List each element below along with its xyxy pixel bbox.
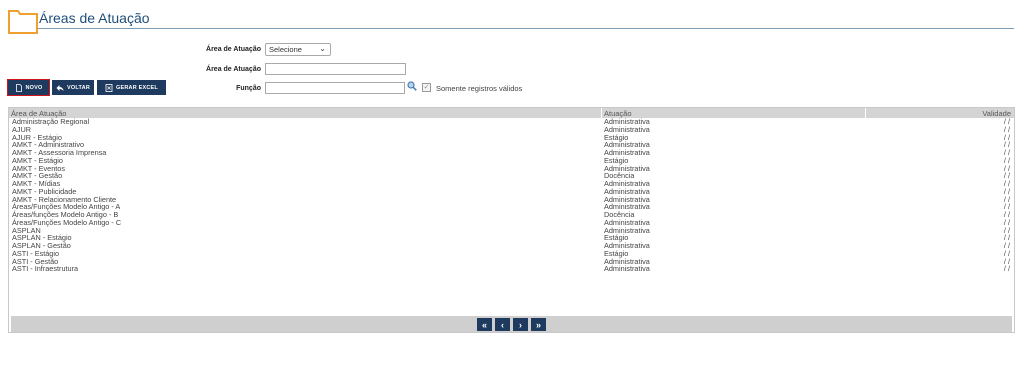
grid-rows: Administração Regional Administrativa / / A… (9, 118, 1014, 273)
table-row[interactable]: Áreas/Funções Modelo Antigo - C Administr… (9, 218, 1014, 227)
cell-validade: / / (1003, 264, 1010, 274)
table-row[interactable]: AMKT - Gestão Docência / / (9, 172, 1014, 180)
gerar-excel-button-label: GERAR EXCEL (116, 84, 158, 91)
last-page-button[interactable]: » (531, 318, 546, 331)
back-arrow-icon (56, 84, 64, 91)
novo-button-label: NOVO (25, 84, 43, 91)
funcao-label: Função (236, 85, 261, 92)
table-row[interactable]: AJUR - Estágio Estágio / / (9, 133, 1014, 142)
voltar-button-label: VOLTAR (67, 84, 90, 91)
area-atuacao-select-value: Selecione (269, 45, 302, 54)
excel-icon (105, 83, 113, 92)
table-row[interactable]: ASTI - Estágio Estágio / / (9, 249, 1014, 258)
table-row[interactable]: ASTI - Gestão Administrativa / / (9, 257, 1014, 266)
page-title: Áreas de Atuação (39, 10, 150, 26)
table-row[interactable]: ASTI - Infraestrutura Administrativa / / (9, 265, 1014, 273)
table-row[interactable]: AMKT - Assessoria Imprensa Administrativa… (9, 149, 1014, 157)
grid-header: Área de Atuação Atuação Validade (9, 108, 1014, 118)
funcao-input[interactable] (265, 82, 405, 94)
area-atuacao-select[interactable]: Selecione ⌄ (265, 43, 331, 56)
table-row[interactable]: AMKT - Mídias Administrativa / / (9, 180, 1014, 188)
gerar-excel-button[interactable]: GERAR EXCEL (97, 80, 166, 95)
cell-area: ASTI - Infraestrutura (12, 264, 79, 274)
table-row[interactable]: AMKT - Administrativo Administrativa / / (9, 141, 1014, 149)
new-document-icon (15, 83, 22, 92)
pager: « ‹ › » (11, 316, 1012, 332)
table-row[interactable]: ASPLAN Administrativa / / (9, 226, 1014, 235)
table-row[interactable]: Áreas/Funções Modelo Antigo - A Administr… (9, 203, 1014, 211)
area-atuacao-input[interactable] (265, 63, 406, 75)
header-divider (38, 28, 1014, 29)
somente-validos-label: Somente registros válidos (436, 84, 523, 93)
somente-validos-checkbox[interactable]: ✓ (422, 83, 431, 92)
table-row[interactable]: AMKT - Estágio Estágio / / (9, 156, 1014, 165)
table-row[interactable]: ASPLAN - Estágio Estágio / / (9, 234, 1014, 242)
table-row[interactable]: Administração Regional Administrativa / / (9, 118, 1014, 126)
table-row[interactable]: AJUR Administrativa / / (9, 125, 1014, 134)
area-atuacao-select-label: Área de Atuação (206, 46, 261, 53)
area-atuacao-text-label: Área de Atuação (206, 66, 261, 73)
table-row[interactable]: AMKT - Relacionamento Cliente Administrat… (9, 195, 1014, 204)
voltar-button[interactable]: VOLTAR (52, 80, 94, 95)
cell-atuacao: Administrativa (604, 264, 650, 274)
search-icon[interactable] (407, 81, 417, 91)
folder-icon (8, 10, 38, 34)
page-header: Áreas de Atuação (8, 6, 1014, 34)
table-row[interactable]: Áreas/funções Modelo Antigo - B Docência /… (9, 211, 1014, 219)
table-row[interactable]: AMKT - Publicidade Administrativa / / (9, 187, 1014, 196)
novo-button[interactable]: NOVO (7, 79, 50, 96)
table-row[interactable]: ASPLAN - Gestão Administrativa / / (9, 242, 1014, 250)
prev-page-button[interactable]: ‹ (495, 318, 510, 331)
table-row[interactable]: AMKT - Eventos Administrativa / / (9, 164, 1014, 173)
areas-grid: Área de Atuação Atuação Validade Adminis… (8, 107, 1015, 333)
next-page-button[interactable]: › (513, 318, 528, 331)
first-page-button[interactable]: « (477, 318, 492, 331)
chevron-down-icon: ⌄ (319, 44, 326, 53)
